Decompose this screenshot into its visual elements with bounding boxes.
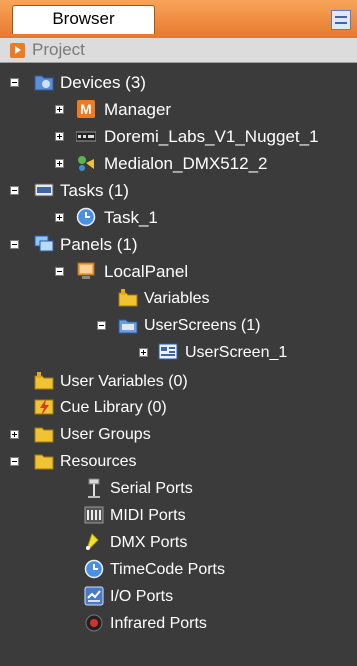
tree-label: User Groups <box>60 426 151 443</box>
tree-label: Resources <box>60 453 137 470</box>
project-label: Project <box>32 40 85 59</box>
tree-node-medialon[interactable]: Medialon_DMX512_2 <box>0 150 357 177</box>
tree-node-cue-library[interactable]: Cue Library (0) <box>0 394 357 421</box>
expand-toggle[interactable] <box>55 159 64 168</box>
collapse-toggle[interactable] <box>10 186 19 195</box>
tree-label: Medialon_DMX512_2 <box>104 154 268 173</box>
tasks-icon <box>34 183 54 197</box>
tree-label: DMX Ports <box>110 534 188 551</box>
timecode-clock-icon <box>84 559 104 579</box>
panels-icon <box>34 235 54 252</box>
tree-node-localpanel[interactable]: LocalPanel <box>0 258 357 285</box>
hardware-device-icon <box>76 131 96 142</box>
manager-icon: M <box>77 100 95 118</box>
tree-node-doremi[interactable]: Doremi_Labs_V1_Nugget_1 <box>0 123 357 150</box>
tree-node-userscreen1[interactable]: UserScreen_1 <box>0 339 357 366</box>
tree-label: Cue Library (0) <box>60 399 167 416</box>
collapse-toggle[interactable] <box>55 267 64 276</box>
tree-label: MIDI Ports <box>110 507 186 524</box>
tree-label: TimeCode Ports <box>110 561 225 578</box>
tree-node-user-variables[interactable]: User Variables (0) <box>0 368 357 395</box>
tree-node-userscreens[interactable]: UserScreens (1) <box>0 312 357 339</box>
tree-label: I/O Ports <box>110 588 174 605</box>
tree-label: Panels (1) <box>60 235 138 254</box>
tree-label: Serial Ports <box>110 480 193 497</box>
tree-label: Tasks (1) <box>60 181 129 200</box>
collapse-toggle[interactable] <box>10 78 19 87</box>
expand-toggle[interactable] <box>10 430 19 439</box>
tree-label: Variables <box>144 290 210 307</box>
variables-folder-icon <box>118 289 138 307</box>
tree-label: Task_1 <box>104 208 158 227</box>
tree-node-midi-ports[interactable]: MIDI Ports <box>0 502 357 529</box>
tree-label: UserScreens (1) <box>144 317 261 334</box>
monitor-icon <box>77 262 95 279</box>
serial-port-icon <box>88 478 100 498</box>
userscreens-folder-icon <box>118 319 138 334</box>
svg-text:M: M <box>80 101 92 117</box>
dmx-device-icon <box>78 156 94 171</box>
collapse-toggle[interactable] <box>97 321 106 330</box>
tree-node-user-groups[interactable]: User Groups <box>0 421 357 448</box>
clock-icon <box>76 207 96 227</box>
collapse-toggle[interactable] <box>10 457 19 466</box>
tree-node-variables[interactable]: Variables <box>0 285 357 312</box>
tree-label: UserScreen_1 <box>185 344 288 361</box>
screen-icon <box>158 343 178 360</box>
browser-tree: Devices (3) M Manager Doremi_Labs_V1_Nug… <box>0 63 357 666</box>
tree-node-io-ports[interactable]: I/O Ports <box>0 583 357 610</box>
folder-icon <box>34 454 54 470</box>
project-icon <box>10 43 25 58</box>
project-header[interactable]: Project <box>0 38 357 63</box>
folder-icon <box>34 427 54 443</box>
tree-label: Doremi_Labs_V1_Nugget_1 <box>104 127 319 146</box>
tree-node-task1[interactable]: Task_1 <box>0 204 357 231</box>
tree-node-resources[interactable]: Resources <box>0 448 357 475</box>
tab-browser[interactable]: Browser <box>12 5 155 34</box>
tree-node-manager[interactable]: M Manager <box>0 96 357 123</box>
collapse-toggle[interactable] <box>10 240 19 249</box>
tree-node-devices[interactable]: Devices (3) <box>0 69 357 96</box>
user-variables-folder-icon <box>34 372 54 390</box>
expand-toggle[interactable] <box>55 213 64 222</box>
tree-node-infrared-ports[interactable]: Infrared Ports <box>0 610 357 637</box>
tree-node-timecode-ports[interactable]: TimeCode Ports <box>0 556 357 583</box>
tab-strip: Browser <box>0 0 357 38</box>
expand-toggle[interactable] <box>139 348 148 357</box>
tree-label: User Variables (0) <box>60 373 188 390</box>
expand-toggle[interactable] <box>55 132 64 141</box>
tree-node-panels[interactable]: Panels (1) <box>0 231 357 258</box>
infrared-port-icon <box>85 614 103 632</box>
panel-menu-icon[interactable] <box>331 10 351 30</box>
io-port-icon <box>84 586 104 606</box>
tree-label: LocalPanel <box>104 262 189 281</box>
expand-toggle[interactable] <box>55 105 64 114</box>
midi-port-icon <box>84 506 104 524</box>
tree-node-tasks[interactable]: Tasks (1) <box>0 177 357 204</box>
tree-label: Devices (3) <box>60 73 146 92</box>
devices-folder-icon <box>34 75 54 91</box>
tree-node-serial-ports[interactable]: Serial Ports <box>0 475 357 502</box>
dmx-port-icon <box>86 533 99 550</box>
tree-node-dmx-ports[interactable]: DMX Ports <box>0 529 357 556</box>
tree-label: Manager <box>104 100 172 119</box>
tree-label: Infrared Ports <box>110 615 207 632</box>
cue-library-icon <box>34 399 54 416</box>
